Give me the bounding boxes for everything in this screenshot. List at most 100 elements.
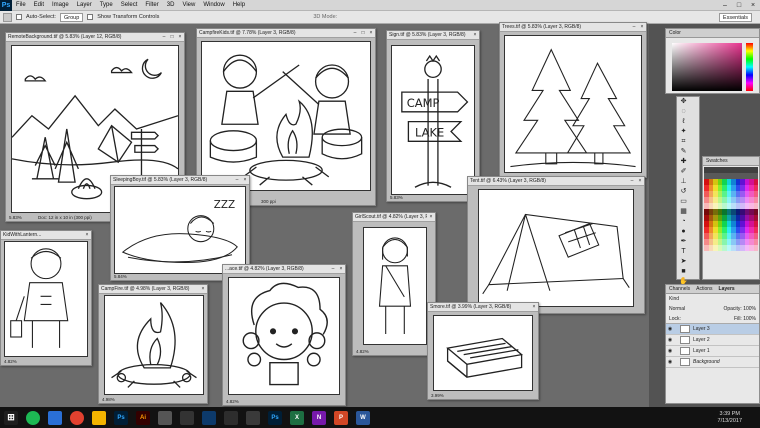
document-window-trees[interactable]: Trees.tif @ 5.83% (Layer 3, RGB/8) – × <box>499 22 647 178</box>
photoshop-taskbar-icon[interactable]: Ps <box>114 410 128 425</box>
marquee-icon[interactable]: ◌ <box>679 108 688 117</box>
canvas-face[interactable] <box>228 277 340 395</box>
menu-layer[interactable]: Layer <box>73 2 96 8</box>
system-clock[interactable]: 3:39 PM 7/13/2017 <box>718 411 760 425</box>
maximize-icon[interactable]: □ <box>359 30 367 36</box>
store-icon[interactable] <box>48 410 62 425</box>
blur-icon[interactable]: ◔ <box>679 218 688 227</box>
pen-icon[interactable]: ✒ <box>679 238 688 247</box>
app-icon[interactable] <box>202 410 216 425</box>
close-icon[interactable]: × <box>199 286 207 292</box>
menu-type[interactable]: Type <box>96 2 117 8</box>
minimize-icon[interactable]: – <box>718 2 732 9</box>
eraser-icon[interactable]: ▭ <box>679 198 688 207</box>
workspace-dropdown[interactable]: Essentials <box>718 12 752 22</box>
layer-row[interactable]: ◉ Layer 3 <box>666 324 759 335</box>
document-window-kid-lantern[interactable]: KidWithLantern... × 4.82% <box>0 230 92 366</box>
app-icon[interactable] <box>180 410 194 425</box>
minimize-icon[interactable]: – <box>630 24 638 30</box>
document-window-tent[interactable]: Tent.tif @ 6.43% (Layer 3, RGB/8)–× 6.43… <box>467 176 645 314</box>
document-window-smore[interactable]: Smore.tif @ 3.99% (Layer 3, RGB/8) × 3.99… <box>427 302 539 400</box>
menu-image[interactable]: Image <box>48 2 73 8</box>
app-icon[interactable] <box>158 410 172 425</box>
document-window-sign[interactable]: Sign.tif @ 5.83% (Layer 3, RGB/8) × CAMP … <box>386 30 480 202</box>
close-icon[interactable]: × <box>471 32 479 38</box>
app-icon[interactable] <box>224 410 238 425</box>
photoshop-taskbar-icon-2[interactable]: Ps <box>268 410 282 425</box>
start-icon[interactable]: ⊞ <box>4 410 18 425</box>
swatch[interactable] <box>753 245 758 251</box>
stamp-icon[interactable]: ⊥ <box>679 178 688 187</box>
auto-select-checkbox[interactable] <box>16 14 22 20</box>
crop-icon[interactable]: ⌗ <box>679 138 688 147</box>
powerpoint-icon[interactable]: P <box>334 410 348 425</box>
close-icon[interactable]: × <box>746 2 760 9</box>
menu-filter[interactable]: Filter <box>141 2 162 8</box>
minimize-icon[interactable]: – <box>233 177 241 183</box>
folder-icon[interactable] <box>92 410 106 425</box>
lasso-icon[interactable]: ℓ <box>679 118 688 127</box>
menu-view[interactable]: View <box>178 2 199 8</box>
menu-select[interactable]: Select <box>117 2 142 8</box>
canvas-tent[interactable] <box>478 189 634 307</box>
spotify-icon[interactable] <box>26 410 40 425</box>
filter-kind-dropdown[interactable]: Kind <box>669 296 679 302</box>
canvas-campfire-kids[interactable] <box>201 41 371 191</box>
document-window-face[interactable]: ...ace.tif @ 4.82% (Layer 3, RGB/8) – × 4.… <box>222 264 346 406</box>
swatches-panel[interactable]: Swatches <box>702 156 760 280</box>
menu-window[interactable]: Window <box>199 2 228 8</box>
fill-field[interactable]: Fill: 100% <box>734 316 756 322</box>
hue-slider[interactable] <box>746 43 753 91</box>
minimize-icon[interactable]: – <box>329 266 337 272</box>
dodge-icon[interactable]: ● <box>679 228 688 237</box>
document-window-campfire[interactable]: CampFire.tif @ 4.98% (Layer 3, RGB/8) × 4… <box>98 284 208 404</box>
close-icon[interactable]: × <box>367 30 375 36</box>
eye-icon[interactable]: ◉ <box>666 337 674 343</box>
canvas-sleeping-boy[interactable]: ZZZ <box>114 186 246 274</box>
swatch-grid[interactable] <box>703 166 759 252</box>
close-icon[interactable]: × <box>176 34 184 40</box>
canvas-kid-lantern[interactable] <box>4 241 88 357</box>
shape-icon[interactable]: ■ <box>679 268 688 277</box>
menu-3d[interactable]: 3D <box>163 2 179 8</box>
blend-mode-dropdown[interactable]: Normal <box>669 306 685 312</box>
excel-icon[interactable]: X <box>290 410 304 425</box>
close-icon[interactable]: × <box>241 177 249 183</box>
minimize-icon[interactable]: – <box>351 30 359 36</box>
gradient-icon[interactable]: ▦ <box>679 208 688 217</box>
move-icon[interactable]: ✥ <box>679 98 688 107</box>
color-tab[interactable]: Color <box>666 29 759 38</box>
close-icon[interactable]: × <box>636 178 644 184</box>
minimize-icon[interactable]: – <box>160 34 168 40</box>
tab-actions[interactable]: Actions <box>696 285 712 293</box>
tab-channels[interactable]: Channels <box>669 285 690 293</box>
auto-select-dropdown[interactable]: Group <box>59 12 84 22</box>
healing-icon[interactable]: ✚ <box>679 158 688 167</box>
maximize-icon[interactable]: □ <box>732 2 746 9</box>
canvas-smore[interactable] <box>433 315 533 391</box>
maximize-icon[interactable]: □ <box>168 34 176 40</box>
canvas-girl-scout[interactable] <box>363 227 427 345</box>
close-icon[interactable]: × <box>638 24 646 30</box>
chrome-icon[interactable] <box>70 410 84 425</box>
color-panel[interactable]: Color <box>665 28 760 94</box>
word-icon[interactable]: W <box>356 410 370 425</box>
eye-icon[interactable]: ◉ <box>666 326 674 332</box>
layer-row[interactable]: ◉ Layer 1 <box>666 346 759 357</box>
canvas-sign[interactable]: CAMP LAKE <box>391 45 475 195</box>
eye-icon[interactable]: ◉ <box>666 359 674 365</box>
swatches-tab[interactable]: Swatches <box>703 157 759 166</box>
brush-icon[interactable]: ✐ <box>679 168 688 177</box>
eyedropper-icon[interactable]: ✎ <box>679 148 688 157</box>
layers-panel[interactable]: Channels Actions Layers Kind Normal Opac… <box>665 284 760 404</box>
layer-row[interactable]: ◉ Layer 2 <box>666 335 759 346</box>
move-tool-icon[interactable] <box>3 12 12 22</box>
tab-layers[interactable]: Layers <box>719 285 735 293</box>
illustrator-taskbar-icon[interactable]: Ai <box>136 410 150 425</box>
document-window-girl-scout[interactable]: GirlScout.tif @ 4.82% (Layer 3, RGB/8)× … <box>352 212 436 356</box>
canvas-campfire[interactable] <box>104 295 204 395</box>
layer-row[interactable]: ◉ Background <box>666 357 759 368</box>
canvas-trees[interactable] <box>504 35 642 173</box>
close-icon[interactable]: × <box>83 232 91 238</box>
close-icon[interactable]: × <box>337 266 345 272</box>
